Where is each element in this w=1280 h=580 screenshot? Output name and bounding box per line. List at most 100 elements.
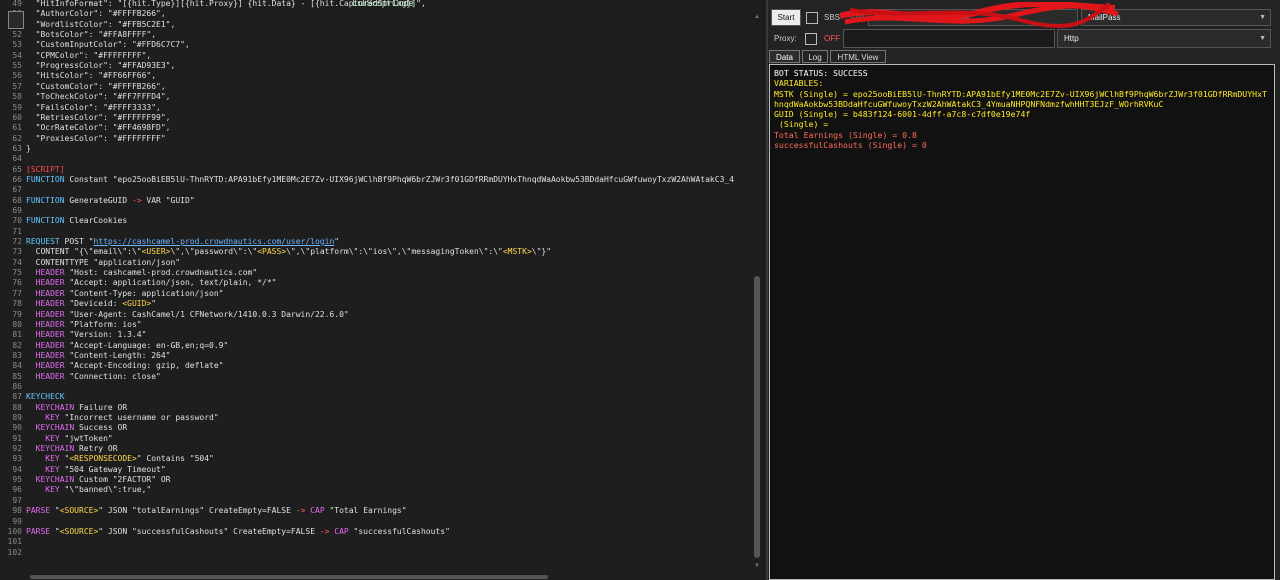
- line-number: 52: [12, 30, 22, 40]
- code-token: CONTENT "{\"email\":\": [26, 247, 142, 257]
- code-line: 84 HEADER "Accept-Encoding: gzip, deflat…: [0, 361, 223, 371]
- line-number: 102: [7, 547, 22, 557]
- code-token: "AuthorColor": "#FFFFB266",: [26, 9, 166, 19]
- code-line: 70 FUNCTION ClearCookies: [0, 216, 127, 226]
- code-token: KEY: [26, 433, 60, 443]
- code-token: "Total Earnings": [324, 506, 407, 516]
- code-line: 80 HEADER "Platform: ios": [0, 319, 141, 330]
- scroll-down-icon[interactable]: ▼: [752, 562, 762, 570]
- proxy-checkbox[interactable]: [805, 33, 817, 45]
- code-token: "HitsColor": "#FF66FF66",: [26, 71, 157, 81]
- code-token: \",\"platform\":\"ios\",\"messagingToken…: [286, 247, 503, 257]
- scroll-thumb[interactable]: [754, 276, 760, 558]
- code-token: HEADER: [26, 268, 65, 278]
- code-editor[interactable]: 49 "HitInfoFormat": "[{hit.Type}][{hit.P…: [0, 0, 750, 572]
- line-number: 83: [12, 350, 22, 360]
- tab-html-view[interactable]: HTML View: [830, 50, 886, 63]
- code-line: 87 KEYCHECK: [0, 392, 65, 402]
- code-line: 89 KEY "Incorrect username or password": [0, 413, 218, 423]
- proxy-type-value: Http: [1064, 34, 1079, 43]
- code-line: 79 HEADER "User-Agent: CashCamel/1 CFNet…: [0, 309, 348, 320]
- code-line: 78 HEADER "Deviceid: <GUID>": [0, 299, 156, 309]
- output-line: MSTK (Single) = epo25ooBiEB5lU-ThnRYTD:A…: [774, 88, 1267, 109]
- code-token: "ProxiesColor": "#FFFFFFFF": [26, 133, 166, 143]
- line-number: 70: [12, 216, 22, 226]
- line-number: 98: [12, 506, 22, 516]
- code-line: 50 "AuthorColor": "#FFFFB266",: [0, 9, 166, 19]
- code-token: <USER>: [141, 247, 171, 257]
- code-token: "jwtToken": [59, 433, 113, 443]
- line-number: 76: [12, 278, 22, 288]
- code-line: 71: [0, 227, 26, 237]
- code-token: "Host: cashcamel-prod.crowdnautics.com": [64, 268, 258, 278]
- line-number: 92: [12, 444, 22, 454]
- code-token: HEADER: [26, 319, 65, 329]
- code-token: \",\"password\":\": [170, 247, 258, 257]
- line-number: 84: [12, 361, 22, 371]
- code-token: Custom "2FACTOR" OR: [74, 475, 171, 485]
- line-number: 72: [12, 237, 22, 247]
- line-number: 96: [12, 485, 22, 495]
- code-token: PARSE: [26, 526, 51, 536]
- code-line: 69: [0, 206, 26, 216]
- line-number: 59: [12, 102, 22, 112]
- code-token: "ProgressColor": "#FFAD93E3",: [26, 61, 176, 71]
- horizontal-scroll-thumb[interactable]: [30, 575, 548, 579]
- code-line: 58 "ToCheckColor": "#FF7FFFD4",: [0, 92, 170, 102]
- code-token: "RetriesColor": "#FFFFFF99",: [26, 112, 171, 122]
- code-line: 96 KEY "\"banned\":true,": [0, 485, 151, 495]
- code-token: CONTENTTYPE "application/json": [26, 257, 181, 267]
- line-number: 65: [12, 164, 22, 174]
- code-token: CAP: [329, 526, 349, 536]
- code-token: <SOURCE>: [59, 526, 99, 536]
- code-token: KEY: [26, 464, 60, 474]
- code-line: 54 "CPMColor": "#FFFFFFFF",: [0, 51, 151, 61]
- editor-title: LoliScript Code: [352, 0, 414, 8]
- code-token: Success OR: [74, 423, 128, 433]
- output-line: successfulCashouts (Single) = 0: [774, 140, 927, 151]
- code-token: FUNCTION: [26, 216, 65, 226]
- code-token: <RESPONSECODE>: [69, 454, 137, 464]
- line-number: 93: [12, 454, 22, 464]
- start-button[interactable]: Start: [771, 9, 801, 26]
- redaction-scribble: [840, 2, 1119, 28]
- bot-output-console[interactable]: BOT STATUS: SUCCESS VARIABLES: MSTK (Singl…: [769, 64, 1275, 580]
- tab-log[interactable]: Log: [802, 50, 828, 63]
- code-token: "OcrRateColor": "#FF4698FD",: [26, 123, 171, 133]
- code-token: FUNCTION: [26, 195, 65, 205]
- code-line: 94 KEY "504 Gateway Timeout": [0, 464, 165, 475]
- code-token: "FailsColor": "#FFFF3333",: [26, 102, 161, 112]
- code-token: KEYCHECK: [26, 392, 65, 402]
- output-line: (Single) =: [774, 119, 829, 130]
- line-number: 79: [12, 309, 22, 319]
- line-number: 97: [12, 495, 22, 505]
- scroll-up-icon[interactable]: ▲: [752, 13, 762, 21]
- line-number: 71: [12, 226, 22, 236]
- code-token: "CustomInputColor": "#FFD6C7C7",: [26, 40, 190, 50]
- code-token: FUNCTION: [26, 174, 65, 184]
- code-token: KEYCHAIN: [26, 444, 75, 454]
- code-token: <SOURCE>: [59, 506, 99, 516]
- code-line: 74 CONTENTTYPE "application/json": [0, 258, 180, 268]
- line-number: 75: [12, 268, 22, 278]
- tab-data[interactable]: Data: [769, 50, 800, 63]
- code-token[interactable]: https://cashcamel-prod.crowdnautics.com/…: [93, 237, 334, 246]
- code-line: 61 "OcrRateColor": "#FF4698FD",: [0, 123, 171, 133]
- code-token: ": [334, 237, 340, 247]
- code-line: 73 CONTENT "{\"email\":\"<USER>\",\"pass…: [0, 247, 551, 257]
- line-number: 60: [12, 112, 22, 122]
- code-token: "Deviceid:: [64, 299, 123, 309]
- code-line: 98 PARSE "<SOURCE>" JSON "totalEarnings" …: [0, 506, 407, 516]
- sbs-checkbox[interactable]: [806, 12, 818, 24]
- code-token: HEADER: [26, 361, 65, 371]
- code-line: 92 KEYCHAIN Retry OR: [0, 444, 117, 454]
- line-number: 77: [12, 288, 22, 298]
- editor-vertical-scrollbar[interactable]: ▲ ▼: [752, 11, 762, 572]
- code-token: ": [59, 454, 70, 464]
- line-number: 67: [12, 185, 22, 195]
- code-line: 66 FUNCTION Constant "epo25ooBiEB5lU-ThnR…: [0, 175, 734, 185]
- code-token: "Accept-Language: en-GB,en;q=0.9": [64, 340, 229, 350]
- line-number: 88: [12, 402, 22, 412]
- code-token: HEADER: [26, 371, 65, 381]
- editor-horizontal-scrollbar[interactable]: [8, 572, 748, 580]
